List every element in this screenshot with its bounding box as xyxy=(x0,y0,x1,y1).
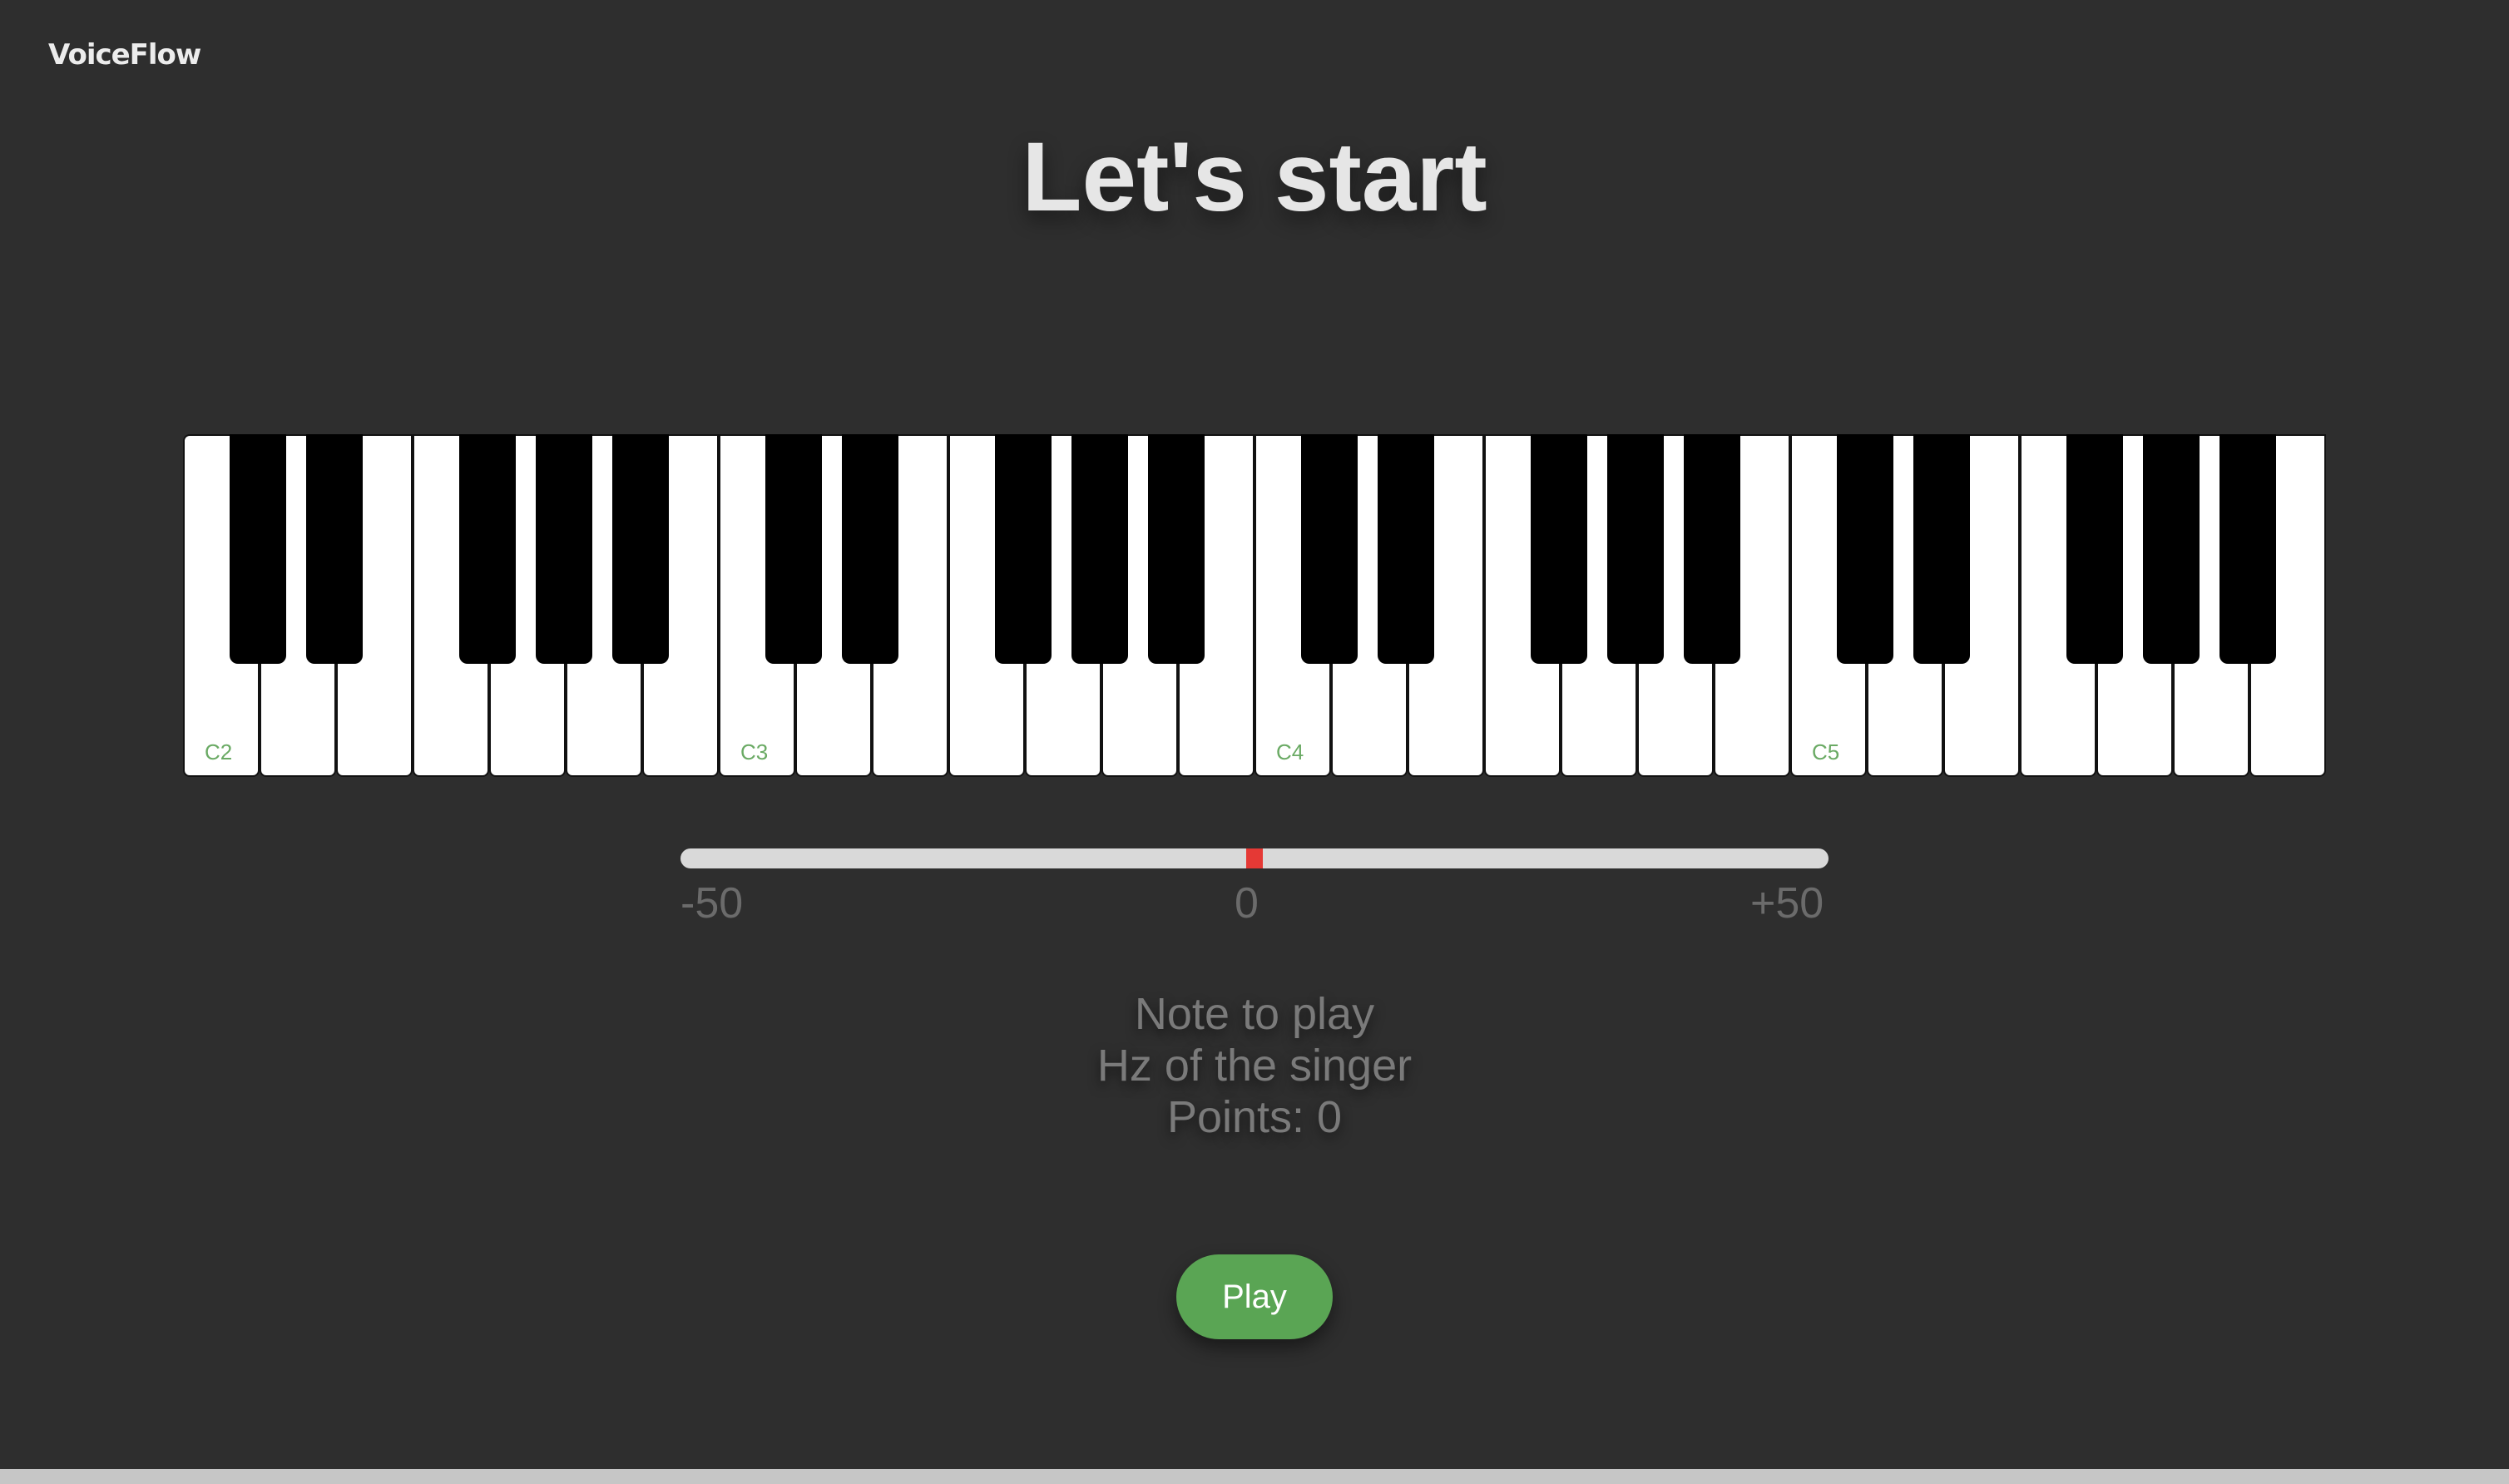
octave-label: C4 xyxy=(1276,740,1304,764)
pitch-tuner xyxy=(680,848,1829,872)
points-text: Points: 0 xyxy=(1166,1092,1343,1142)
piano-black-key[interactable] xyxy=(612,434,669,664)
piano-black-key[interactable] xyxy=(1607,434,1664,664)
info-panel: Note to play Hz of the singer Points: 0 xyxy=(0,988,2509,1143)
piano-black-key[interactable] xyxy=(2066,434,2123,664)
piano-black-key[interactable] xyxy=(1071,434,1128,664)
octave-label: C5 xyxy=(1812,740,1840,764)
piano-black-key[interactable] xyxy=(765,434,822,664)
tuner-min-label: -50 xyxy=(680,879,744,928)
note-to-play-text: Note to play xyxy=(1134,989,1375,1039)
piano-black-key[interactable] xyxy=(842,434,898,664)
piano-black-key[interactable] xyxy=(995,434,1052,664)
tuner-max-label: +50 xyxy=(1750,879,1824,928)
octave-label: C2 xyxy=(205,740,233,764)
tuner-marker xyxy=(1246,848,1263,868)
octave-label: C3 xyxy=(740,740,769,764)
piano-black-key[interactable] xyxy=(1684,434,1740,664)
piano-black-key[interactable] xyxy=(1378,434,1434,664)
piano-keyboard: C2 C3 C4 C5 xyxy=(183,434,2326,779)
app-root: VoiceFlow Let's start C2 C3 C4 C5 -50 0 +50… xyxy=(0,0,2509,1484)
piano-black-key[interactable] xyxy=(230,434,286,664)
piano-black-key[interactable] xyxy=(536,434,592,664)
piano-black-key[interactable] xyxy=(1837,434,1893,664)
play-button[interactable]: Play xyxy=(1176,1254,1333,1339)
piano-black-key[interactable] xyxy=(1913,434,1970,664)
piano-black-key[interactable] xyxy=(2220,434,2276,664)
horizontal-scrollbar[interactable] xyxy=(0,1469,2509,1484)
piano-black-key[interactable] xyxy=(2143,434,2200,664)
piano-black-key[interactable] xyxy=(1301,434,1358,664)
piano-black-key[interactable] xyxy=(306,434,363,664)
brand-logo[interactable]: VoiceFlow xyxy=(48,38,201,72)
piano-black-key[interactable] xyxy=(459,434,516,664)
piano-black-key[interactable] xyxy=(1148,434,1205,664)
singer-hz-text: Hz of the singer xyxy=(1096,1041,1413,1091)
piano-black-key[interactable] xyxy=(1531,434,1587,664)
tuner-mid-label: 0 xyxy=(1235,879,1259,928)
page-title: Let's start xyxy=(1022,122,1487,232)
